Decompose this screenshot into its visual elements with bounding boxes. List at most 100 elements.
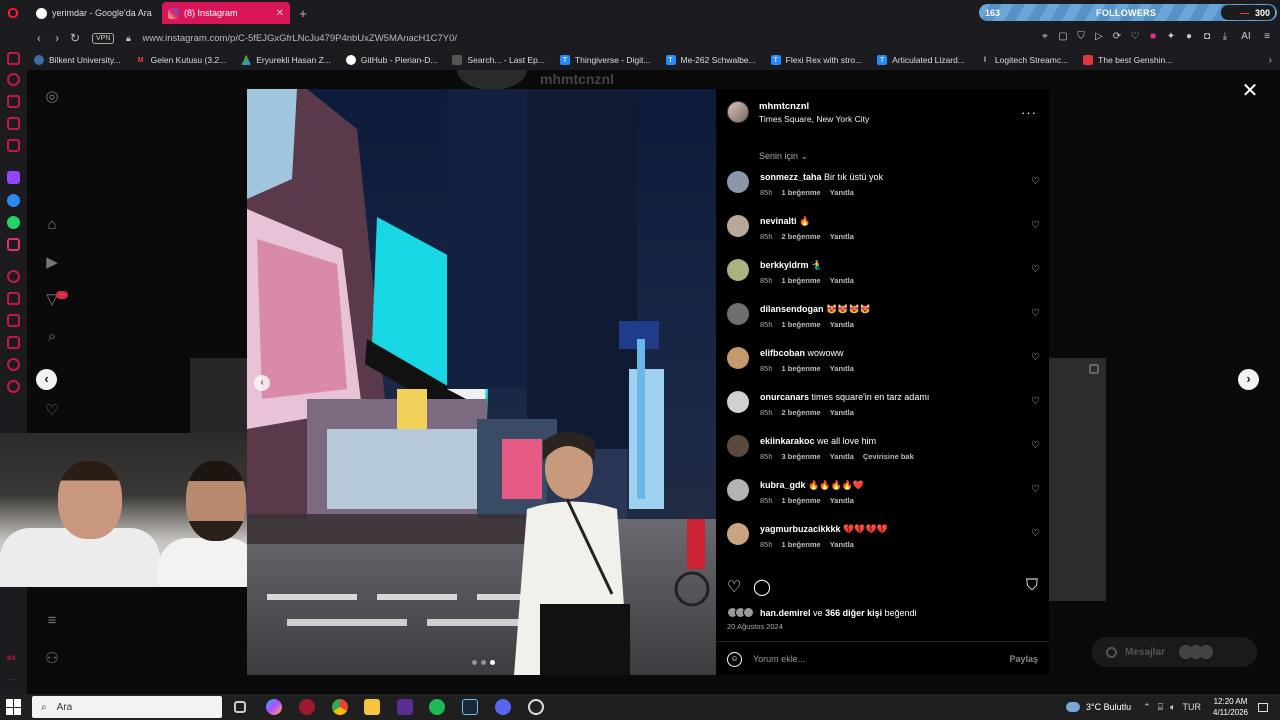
comment-username[interactable]: sonmezz_taha: [760, 172, 822, 182]
vpn-badge[interactable]: VPN: [92, 32, 115, 44]
extensions-icon[interactable]: ex: [7, 653, 20, 666]
heart-icon[interactable]: ♡: [1130, 31, 1140, 42]
reply-button[interactable]: Yanıtla: [830, 232, 854, 241]
new-tab-button[interactable]: +: [294, 6, 312, 21]
comment-username[interactable]: onurcanars: [760, 392, 809, 402]
steam-icon[interactable]: [462, 699, 478, 715]
comment-likes[interactable]: 1 beğenme: [782, 320, 821, 329]
bookmark-thingiverse-1[interactable]: T Thingiverse - Digit...: [559, 55, 651, 65]
see-translation-button[interactable]: Çevirisine bak: [863, 452, 914, 461]
network-icon[interactable]: ⌸: [1158, 702, 1163, 713]
download-icon[interactable]: ⤓: [1220, 31, 1230, 42]
bookmark-search[interactable]: Search... - Last Ep...: [452, 55, 545, 65]
likes-user[interactable]: han.demirel: [760, 608, 811, 618]
comment-username[interactable]: berkkyldrm: [760, 260, 809, 270]
more-options-icon[interactable]: ···: [1021, 105, 1037, 120]
close-icon[interactable]: ✕: [1240, 81, 1260, 101]
comment-avatar[interactable]: [727, 435, 749, 457]
more-nav-icon[interactable]: ≡: [44, 613, 60, 629]
taskbar-search[interactable]: ⌕ Ara: [32, 696, 222, 718]
like-icon[interactable]: ♡: [727, 577, 741, 597]
messenger-icon[interactable]: [7, 117, 20, 130]
clock-icon[interactable]: [7, 358, 20, 371]
home-icon[interactable]: [7, 52, 20, 65]
comment-username[interactable]: elifbcoban: [760, 348, 805, 358]
comment-likes[interactable]: 3 beğenme: [782, 452, 821, 461]
photo-prev-icon[interactable]: ‹: [254, 375, 270, 391]
comment-like-icon[interactable]: ♡: [1031, 396, 1040, 407]
sync-icon[interactable]: ⟳: [1112, 31, 1122, 42]
whatsapp-icon[interactable]: [7, 216, 20, 229]
puzzle-icon[interactable]: ✦: [1166, 31, 1176, 42]
profile-icon[interactable]: ●: [1184, 31, 1194, 42]
comment-likes[interactable]: 2 beğenme: [782, 232, 821, 241]
chat-icon[interactable]: [7, 336, 20, 349]
bookmark-genshin[interactable]: The best Genshin...: [1083, 55, 1172, 65]
wallet-icon[interactable]: [7, 292, 20, 305]
reply-button[interactable]: Yanıtla: [830, 496, 854, 505]
meta-nav-icon[interactable]: ⚇: [44, 651, 60, 667]
opera-taskbar-icon[interactable]: [299, 699, 315, 715]
likes-summary[interactable]: han.demirel ve 366 diğer kişi beğendi: [727, 607, 917, 618]
discord-icon[interactable]: [495, 699, 511, 715]
bookmark-thingiverse-3[interactable]: T Flexi Rex with stro...: [770, 55, 862, 65]
comment-likes[interactable]: 1 beğenme: [782, 276, 821, 285]
post-author-username[interactable]: mhmtcnznl: [759, 101, 809, 112]
tab-instagram[interactable]: (8) Instagram ✕: [162, 2, 290, 24]
clock[interactable]: 12:20 AM 4/11/2026: [1213, 696, 1248, 718]
task-view-icon[interactable]: [234, 701, 246, 713]
comment-likes[interactable]: 1 beğenme: [782, 496, 821, 505]
extension-icon[interactable]: ■: [1148, 31, 1158, 42]
ai-icon[interactable]: AI: [1238, 31, 1254, 42]
twitch-icon[interactable]: [7, 171, 20, 184]
comment-input[interactable]: [753, 650, 993, 668]
back-icon[interactable]: ‹: [30, 31, 48, 45]
bookmark-drive[interactable]: Eryurekli Hasan Z...: [241, 55, 331, 65]
history-icon[interactable]: [7, 73, 20, 86]
reply-button[interactable]: Yanıtla: [830, 320, 854, 329]
reload-icon[interactable]: ↻: [66, 31, 84, 45]
language-indicator[interactable]: TUR: [1183, 702, 1202, 713]
bookmark-logitech[interactable]: l Logitech Streamc...: [980, 55, 1068, 65]
chrome-icon[interactable]: [332, 699, 348, 715]
notifications-icon[interactable]: [1258, 702, 1268, 712]
reels-nav-icon[interactable]: ▶: [44, 255, 60, 271]
home-nav-icon[interactable]: ⌂: [44, 217, 60, 233]
bookmark-github[interactable]: GitHub - Pierian-D...: [345, 55, 437, 65]
bookmark-bilkent[interactable]: Bilkent University...: [34, 55, 121, 65]
snapshot-icon[interactable]: ▢: [1058, 31, 1068, 42]
emoji-icon[interactable]: ☺: [727, 652, 742, 667]
comment-avatar[interactable]: [727, 347, 749, 369]
comment-username[interactable]: yagmurbuzacikkkk: [760, 524, 841, 534]
chevron-up-icon[interactable]: ⌃: [1143, 702, 1151, 713]
forward-icon[interactable]: ›: [48, 31, 66, 45]
pin-icon[interactable]: ⌖: [1040, 31, 1050, 42]
comment-avatar[interactable]: [727, 391, 749, 413]
comment-likes[interactable]: 1 beğenme: [782, 540, 821, 549]
messages-pill[interactable]: Mesajlar: [1092, 637, 1257, 667]
file-explorer-icon[interactable]: [364, 699, 380, 715]
play-icon[interactable]: ▷: [1094, 31, 1104, 42]
comment-like-icon[interactable]: ♡: [1031, 440, 1040, 451]
post-author-avatar[interactable]: [727, 101, 749, 123]
comment-like-icon[interactable]: ♡: [1031, 528, 1040, 539]
reply-button[interactable]: Yanıtla: [830, 452, 854, 461]
comment-username[interactable]: dilansendogan: [760, 304, 824, 314]
comment-like-icon[interactable]: ♡: [1031, 308, 1040, 319]
camera-icon[interactable]: ◘: [1202, 31, 1212, 42]
reply-button[interactable]: Yanıtla: [830, 364, 854, 373]
comment-like-icon[interactable]: ♡: [1031, 220, 1040, 231]
menu-icon[interactable]: ≡: [1262, 31, 1272, 42]
comment-sort-dropdown[interactable]: Senin için ⌄: [759, 151, 808, 162]
comment-likes[interactable]: 1 beğenme: [782, 364, 821, 373]
comment-icon[interactable]: ◯: [753, 577, 771, 597]
opera-logo-icon[interactable]: O: [0, 0, 26, 26]
bag-icon[interactable]: [7, 95, 20, 108]
comment-avatar[interactable]: [727, 215, 749, 237]
comment-like-icon[interactable]: ♡: [1031, 264, 1040, 275]
url-field[interactable]: www.instagram.com/p/C-5fEJGxGfrLNcJu479P…: [142, 33, 457, 44]
bookmark-gmail[interactable]: M Gelen Kutusu (3.2...: [136, 55, 227, 65]
spotify-icon[interactable]: [429, 699, 445, 715]
heart-nav-icon[interactable]: ♡: [44, 403, 60, 419]
tab-close-icon[interactable]: ✕: [276, 8, 284, 19]
